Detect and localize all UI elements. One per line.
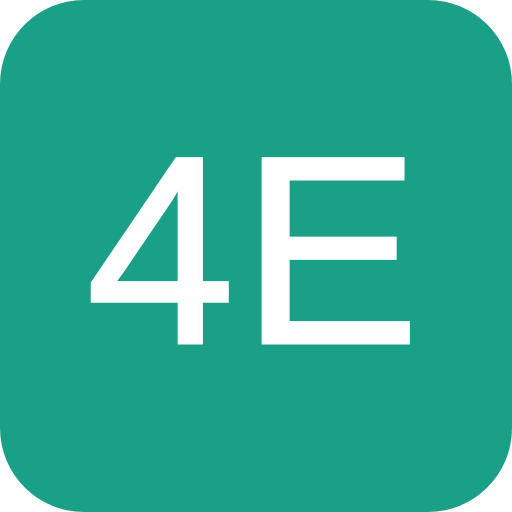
app-icon-tile: 4E — [0, 0, 512, 512]
icon-label: 4E — [85, 100, 426, 400]
